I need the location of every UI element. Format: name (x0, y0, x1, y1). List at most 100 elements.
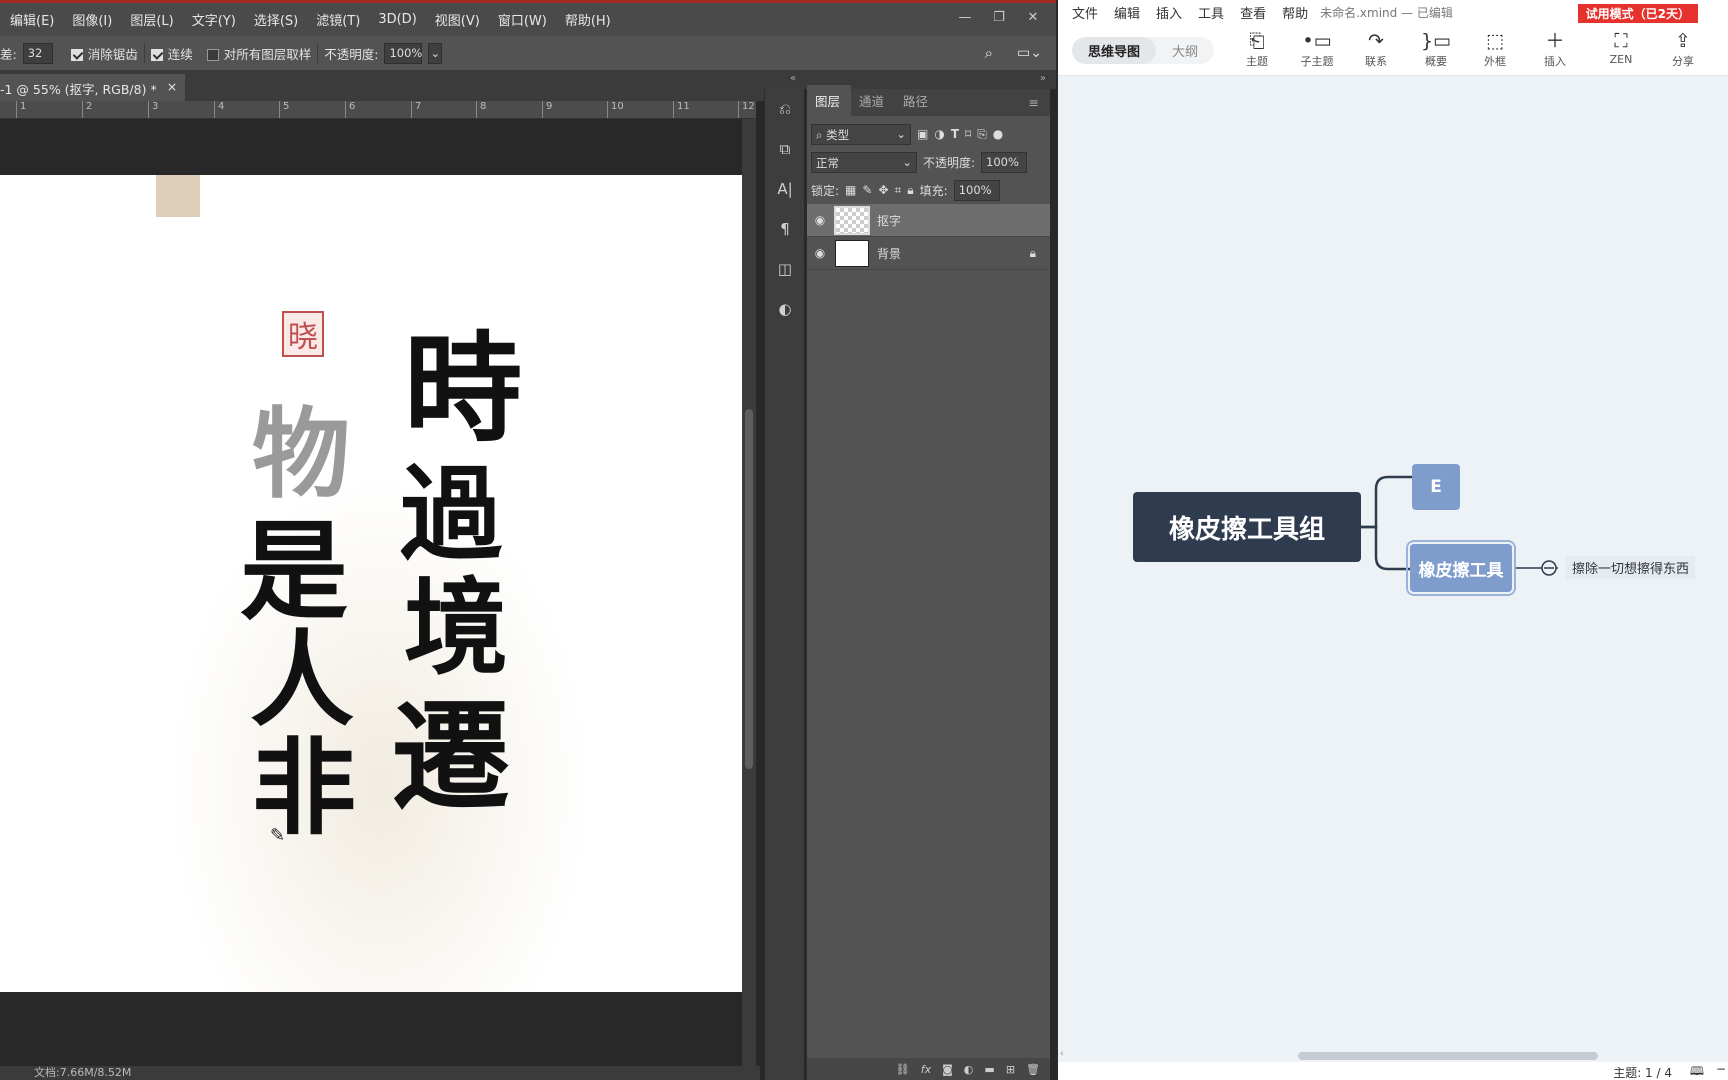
ps-menu-image[interactable]: 图像(I) (63, 10, 121, 29)
group-folder-icon[interactable]: ▬ (984, 1063, 994, 1076)
blend-mode-select[interactable]: 正常 ⌄ (811, 151, 917, 173)
filter-toggle-icon[interactable]: ● (993, 127, 1003, 141)
new-layer-icon[interactable]: ⊞ (1006, 1063, 1015, 1076)
subtopic-erase-note[interactable]: 擦除一切想擦得东西 (1566, 556, 1696, 579)
scrollbar-thumb[interactable] (1298, 1052, 1598, 1060)
zoom-out-icon[interactable]: − (1716, 1062, 1726, 1076)
canvas-area[interactable]: 晓 時 過 境 遷 物 是 人 非 ✎ (0, 119, 746, 1074)
xm-menu-insert[interactable]: 插入 (1148, 3, 1190, 22)
collapse-right-icon[interactable]: » (1040, 73, 1046, 84)
lock-icon: 🔒︎ (1029, 245, 1036, 260)
opacity-label: 不透明度: (324, 46, 379, 62)
document-canvas[interactable]: 晓 時 過 境 遷 物 是 人 非 ✎ (0, 175, 746, 992)
ps-menu-type[interactable]: 文字(Y) (183, 10, 245, 29)
contiguous-checkbox[interactable]: 连续 (150, 44, 193, 63)
ps-menu-help[interactable]: 帮助(H) (556, 10, 620, 29)
xm-menu-file[interactable]: 文件 (1058, 3, 1106, 22)
ps-menu-layer[interactable]: 图层(L) (121, 10, 182, 29)
insert-button[interactable]: ＋ 插入 (1526, 29, 1584, 69)
character-icon[interactable]: A| (765, 169, 805, 209)
topic-icon: ⎗ (1249, 30, 1265, 52)
summary-button[interactable]: }▭ 概要 (1407, 29, 1465, 69)
mask-icon[interactable]: ◙ (942, 1063, 953, 1076)
topic-count: 主题: 1 / 4 (1613, 1066, 1672, 1080)
tab-channels[interactable]: 通道 (851, 91, 895, 116)
trash-icon[interactable]: 🗑︎ (1026, 1063, 1040, 1076)
workspace-icon[interactable]: ▭⌄ (1017, 45, 1042, 61)
3d-icon[interactable]: ◫ (765, 249, 805, 289)
mindmap-horizontal-scrollbar[interactable]: ‹ (1058, 1049, 1728, 1062)
tab-paths[interactable]: 路径 (895, 91, 939, 116)
subtopic-button[interactable]: •▭ 子主题 (1288, 29, 1346, 69)
minimize-icon[interactable]: — (950, 6, 980, 28)
tab-layers[interactable]: 图层 (807, 85, 852, 116)
mode-mindmap[interactable]: 思维导图 (1072, 37, 1157, 64)
collapse-left-icon[interactable]: « (790, 73, 796, 84)
xm-menu-edit[interactable]: 编辑 (1106, 3, 1148, 22)
filter-pixel-icon[interactable]: ▣ (917, 127, 928, 141)
adjustments-icon[interactable]: ◐ (765, 289, 805, 329)
photoshop-window: 编辑(E) 图像(I) 图层(L) 文字(Y) 选择(S) 滤镜(T) 3D(D… (0, 0, 1056, 1080)
filter-type-icon[interactable]: T (951, 127, 959, 141)
antialias-checkbox[interactable]: 消除锯齿 (70, 44, 138, 63)
ps-menu-select[interactable]: 选择(S) (245, 10, 307, 29)
close-tab-icon[interactable]: × (167, 79, 177, 101)
layer-row-cutout[interactable]: ◉ 抠字 (807, 204, 1050, 237)
xm-menu-view[interactable]: 查看 (1232, 3, 1274, 22)
mode-outline[interactable]: 大纲 (1156, 37, 1214, 64)
sample-all-checkbox[interactable]: 对所有图层取样 (206, 44, 311, 63)
filter-adjust-icon[interactable]: ◑ (934, 127, 944, 141)
adjustment-layer-icon[interactable]: ◐ (964, 1063, 974, 1076)
filter-smart-icon[interactable]: ⎘ (977, 127, 987, 142)
ps-menu-filter[interactable]: 滤镜(T) (307, 10, 369, 29)
lock-artboard-icon[interactable]: ⌗ (895, 183, 902, 198)
topic-button[interactable]: ⎗ 主题 (1228, 29, 1286, 69)
trial-mode-badge[interactable]: 试用模式（已2天） (1577, 4, 1698, 23)
boundary-label: 外框 (1484, 55, 1506, 68)
layer-row-background[interactable]: ◉ 背景 🔒︎ (807, 237, 1050, 270)
scroll-left-icon[interactable]: ‹ (1060, 1049, 1064, 1059)
layer-opacity-input[interactable]: 100% (981, 151, 1028, 173)
ps-menu-3d[interactable]: 3D(D) (369, 12, 425, 27)
ps-menu-edit[interactable]: 编辑(E) (0, 10, 63, 29)
layer-filter-select[interactable]: ⌕ 类型 ⌄ (811, 123, 911, 145)
xmind-window: 文件 编辑 插入 工具 查看 帮助 未命名.xmind — 已编辑 试用模式（已… (1056, 0, 1728, 1080)
eye-icon[interactable]: ◉ (813, 213, 827, 227)
search-icon[interactable]: ⌕ (985, 44, 993, 62)
panel-menu-icon[interactable]: ≡ (1021, 95, 1050, 116)
fx-icon[interactable]: fx (921, 1063, 931, 1076)
topic-eraser-tool[interactable]: 橡皮擦工具 (1406, 540, 1516, 596)
topic-e[interactable]: E (1412, 464, 1460, 510)
clone-source-icon[interactable]: ⧉ (765, 129, 805, 169)
paragraph-icon[interactable]: ¶ (765, 209, 805, 249)
map-view-icon[interactable]: 🕮︎ (1690, 1062, 1704, 1080)
share-button[interactable]: ⇪ 分享 (1654, 29, 1712, 69)
eye-icon[interactable]: ◉ (813, 246, 827, 260)
close-icon[interactable]: ✕ (1018, 6, 1048, 28)
zen-button[interactable]: ⛶ ZEN (1592, 29, 1650, 66)
lock-transparent-icon[interactable]: ▦ (845, 183, 856, 197)
tolerance-input[interactable]: 32 (22, 42, 53, 64)
filter-shape-icon[interactable]: ⌑ (965, 127, 971, 141)
blend-mode-value: 正常 (816, 155, 839, 170)
link-icon[interactable]: ⛓︎ (896, 1063, 910, 1076)
scrollbar-thumb[interactable] (745, 409, 753, 769)
lock-paint-icon[interactable]: ✎ (862, 183, 872, 197)
opacity-input[interactable]: 100% (384, 42, 423, 64)
chevron-down-icon[interactable]: ⌄ (428, 42, 443, 64)
ps-menu-view[interactable]: 视图(V) (426, 10, 489, 29)
history-icon[interactable]: ⎌ (765, 89, 805, 129)
ps-menu-window[interactable]: 窗口(W) (489, 10, 556, 29)
central-topic[interactable]: 橡皮擦工具组 (1133, 492, 1361, 562)
lock-all-icon[interactable]: 🔒︎ (907, 183, 913, 198)
restore-icon[interactable]: ❐ (984, 6, 1014, 28)
xm-menu-tools[interactable]: 工具 (1190, 3, 1232, 22)
boundary-button[interactable]: ⬚ 外框 (1466, 29, 1524, 69)
canvas-vertical-scrollbar[interactable] (742, 119, 756, 1069)
lock-move-icon[interactable]: ✥ (878, 183, 888, 197)
xm-menu-help[interactable]: 帮助 (1274, 3, 1316, 22)
relationship-button[interactable]: ↷ 联系 (1347, 29, 1405, 69)
mindmap-canvas[interactable]: 橡皮擦工具组 E 橡皮擦工具 擦除一切想擦得东西 (1058, 77, 1728, 1052)
document-tab[interactable]: -1 @ 55% (抠字, RGB/8) * × (0, 74, 186, 101)
fill-input[interactable]: 100% (953, 179, 1000, 201)
